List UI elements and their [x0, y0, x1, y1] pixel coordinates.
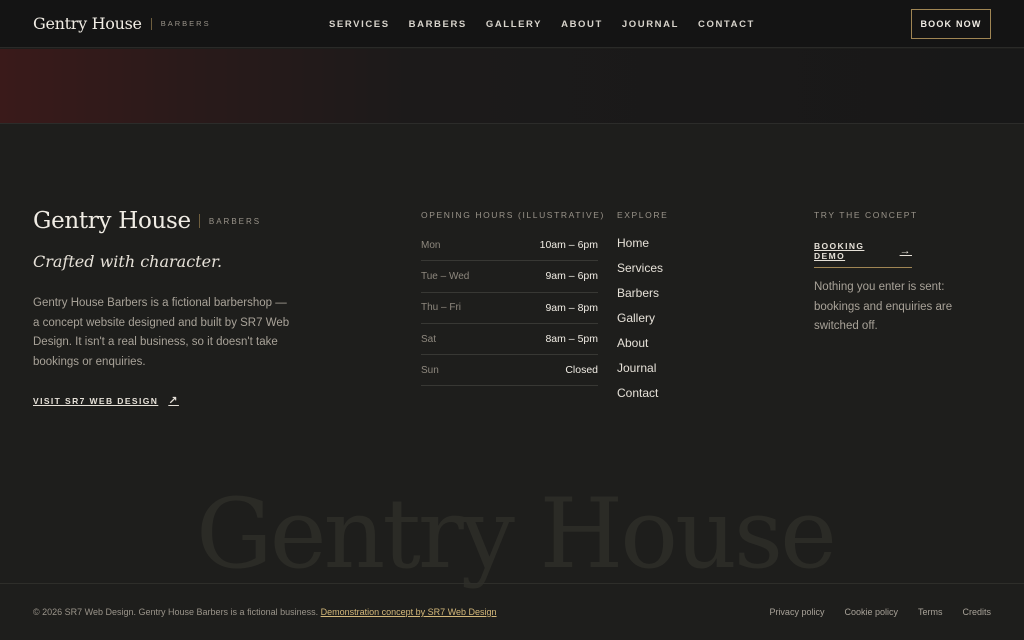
- hours-row: Mon 10am – 6pm: [421, 230, 598, 262]
- brand-watermark: Gentry House: [196, 478, 837, 590]
- arrow-right-icon: →: [899, 245, 912, 257]
- tagline: Crafted with character.: [33, 252, 223, 271]
- privacy-link[interactable]: Privacy policy: [769, 607, 824, 617]
- explore-services[interactable]: Services: [617, 261, 663, 286]
- terms-link[interactable]: Terms: [918, 607, 943, 617]
- hero-band: [0, 49, 1024, 124]
- footer-brand-divider: [198, 214, 200, 228]
- hours-title: OPENING HOURS (ILLUSTRATIVE): [421, 210, 605, 220]
- copyright: © 2026 SR7 Web Design. Gentry House Barb…: [33, 607, 497, 617]
- main-nav: SERVICES BARBERS GALLERY ABOUT JOURNAL C…: [329, 19, 774, 30]
- footer-brand: Gentry House BARBERS: [33, 208, 261, 234]
- hours-time: 9am – 6pm: [545, 270, 598, 283]
- hours-row: Sun Closed: [421, 355, 598, 387]
- concept-note: Nothing you enter is sent: bookings and …: [814, 281, 953, 332]
- hours-row: Thu – Fri 9am – 8pm: [421, 293, 598, 324]
- hours-day: Mon: [421, 239, 441, 251]
- hours-day: Sat: [421, 333, 437, 345]
- hours-day: Tue – Wed: [421, 270, 470, 282]
- nav-services[interactable]: SERVICES: [329, 19, 390, 30]
- hours-time: 9am – 8pm: [545, 301, 598, 314]
- nav-barbers[interactable]: BARBERS: [409, 19, 467, 30]
- demo-label: BOOKING DEMO: [814, 241, 865, 261]
- hours-time: Closed: [565, 364, 598, 377]
- footer-brand-subtitle: BARBERS: [208, 216, 262, 226]
- hours-row: Tue – Wed 9am – 6pm: [421, 261, 598, 293]
- about-text: Gentry House Barbers is a fictional barb…: [33, 297, 290, 368]
- brand-subtitle: BARBERS: [160, 19, 211, 28]
- explore-home[interactable]: Home: [617, 236, 663, 261]
- nav-about[interactable]: ABOUT: [561, 19, 603, 30]
- credits-link[interactable]: Credits: [962, 607, 991, 617]
- cookie-link[interactable]: Cookie policy: [844, 607, 898, 617]
- explore-about[interactable]: About: [617, 336, 663, 361]
- footer-brand-name: Gentry House: [33, 208, 191, 234]
- bottom-bar: © 2026 SR7 Web Design. Gentry House Barb…: [0, 583, 1024, 640]
- explore-journal[interactable]: Journal: [617, 361, 663, 386]
- explore-title: EXPLORE: [617, 210, 669, 220]
- arrow-up-right-icon: ↗: [168, 395, 179, 407]
- visit-sr7-link[interactable]: VISIT SR7 WEB DESIGN ↗: [33, 394, 179, 407]
- hours-day: Thu – Fri: [421, 302, 462, 314]
- copyright-text: © 2026 SR7 Web Design. Gentry House Barb…: [33, 607, 319, 617]
- explore-barbers[interactable]: Barbers: [617, 286, 663, 311]
- concept-title: TRY THE CONCEPT: [814, 210, 918, 220]
- header-brand[interactable]: Gentry House BARBERS: [33, 14, 211, 33]
- hours-time: 10am – 6pm: [539, 239, 598, 252]
- hours-time: 8am – 5pm: [545, 333, 598, 346]
- brand-divider: [150, 17, 152, 30]
- hours-row: Sat 8am – 5pm: [421, 324, 598, 356]
- hours-table: Mon 10am – 6pm Tue – Wed 9am – 6pm Thu –…: [421, 230, 598, 387]
- booking-demo-link[interactable]: BOOKING DEMO →: [814, 241, 912, 268]
- brand-name: Gentry House: [33, 14, 142, 33]
- visit-label: VISIT SR7 WEB DESIGN: [33, 395, 159, 406]
- demo-concept-link[interactable]: Demonstration concept by SR7 Web Design: [321, 607, 497, 617]
- explore-contact[interactable]: Contact: [617, 386, 663, 411]
- hours-day: Sun: [421, 364, 439, 376]
- explore-nav: Home Services Barbers Gallery About Jour…: [617, 236, 663, 411]
- site-header: Gentry House BARBERS SERVICES BARBERS GA…: [0, 0, 1024, 48]
- legal-links: Privacy policy Cookie policy Terms Credi…: [769, 607, 991, 617]
- nav-contact[interactable]: CONTACT: [698, 19, 755, 30]
- nav-journal[interactable]: JOURNAL: [622, 19, 679, 30]
- book-now-button[interactable]: BOOK NOW: [911, 9, 991, 39]
- nav-gallery[interactable]: GALLERY: [486, 19, 542, 30]
- explore-gallery[interactable]: Gallery: [617, 311, 663, 336]
